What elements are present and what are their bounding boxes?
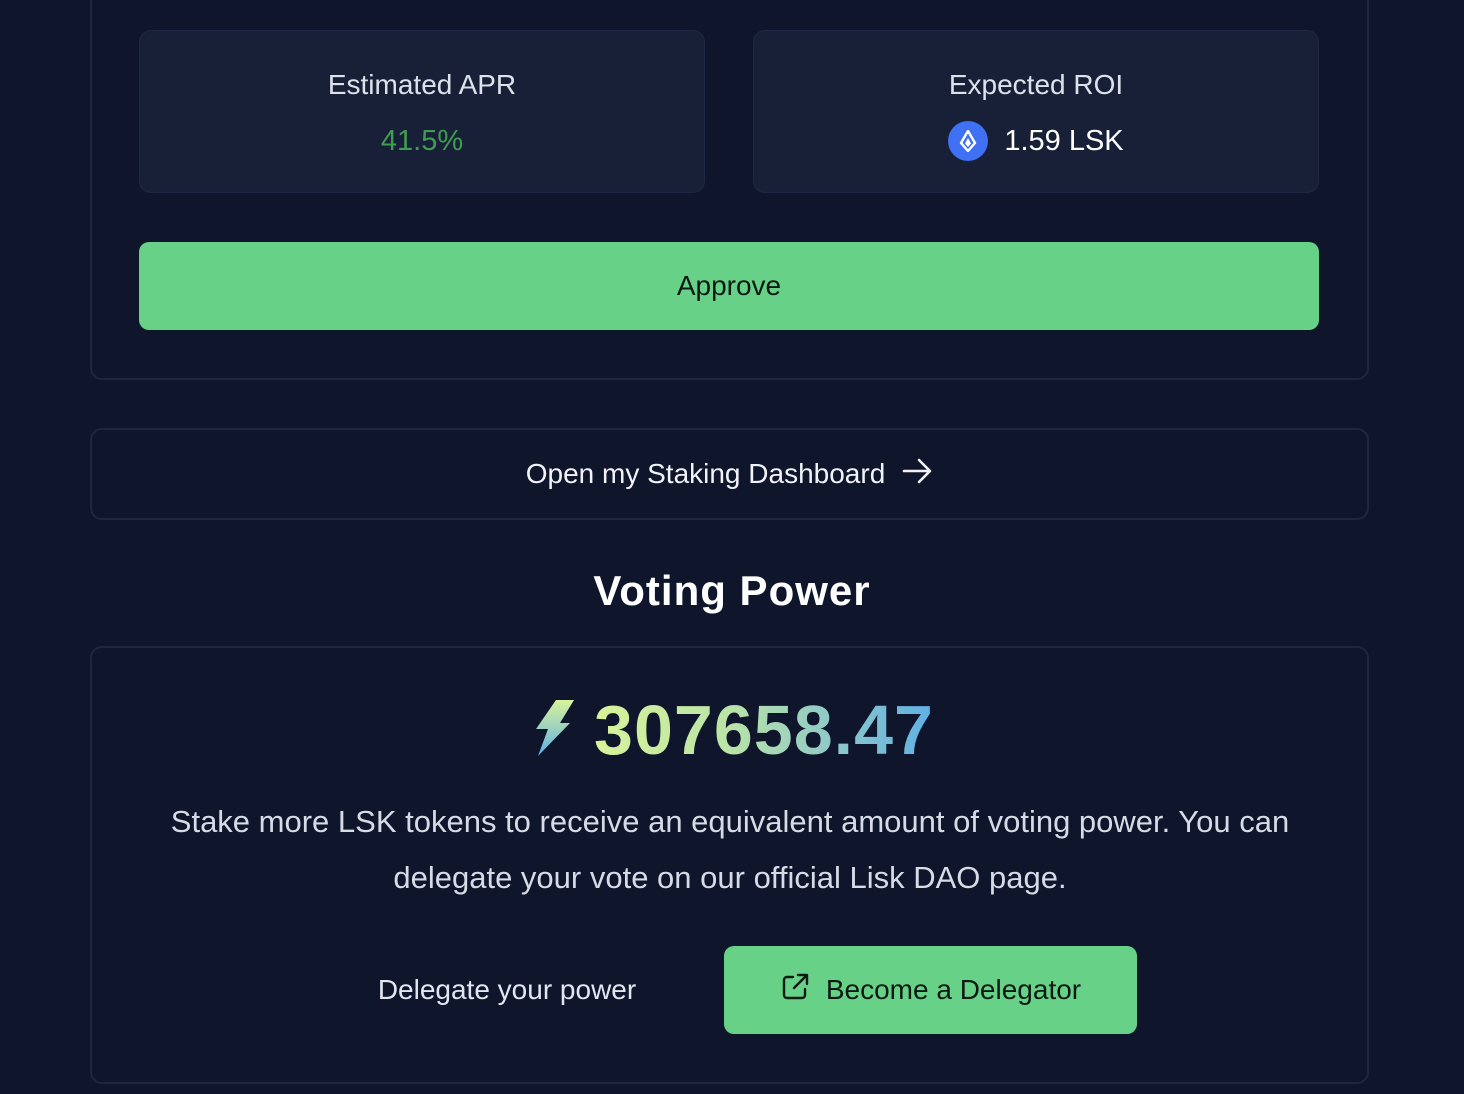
estimated-apr-value: 41.5% <box>380 125 464 157</box>
become-delegator-label: Become a Delegator <box>825 974 1082 1005</box>
voting-power-description: Stake more LSK tokens to receive an equi… <box>170 804 1290 895</box>
voting-power-value: 307658.47 <box>594 691 934 769</box>
expected-roi-row: 1.59 LSK <box>754 121 1318 161</box>
staking-page: Estimated APR 41.5% Expected ROI 1.59 LS… <box>0 0 1464 1094</box>
approve-button[interactable]: Approve <box>139 242 1319 330</box>
open-staking-dashboard-button[interactable]: Open my Staking Dashboard <box>90 428 1369 520</box>
delegate-your-power-label: Delegate your power <box>377 974 637 1005</box>
external-link-icon <box>780 972 810 1009</box>
expected-roi-label: Expected ROI <box>948 69 1124 100</box>
lsk-token-icon <box>948 121 989 161</box>
expected-roi-box: Expected ROI 1.59 LSK <box>753 30 1319 193</box>
expected-roi-value: 1.59 LSK <box>1004 125 1124 157</box>
estimated-apr-label: Estimated APR <box>327 69 517 100</box>
voting-power-title: Voting Power <box>593 567 871 614</box>
estimated-apr-box: Estimated APR 41.5% <box>139 30 705 193</box>
lightning-bolt-icon <box>530 699 576 762</box>
arrow-right-icon <box>901 455 933 494</box>
open-staking-dashboard-label: Open my Staking Dashboard <box>525 458 886 489</box>
voting-power-amount-row: 307658.47 <box>0 690 1464 770</box>
become-delegator-button[interactable]: Become a Delegator <box>724 946 1137 1034</box>
